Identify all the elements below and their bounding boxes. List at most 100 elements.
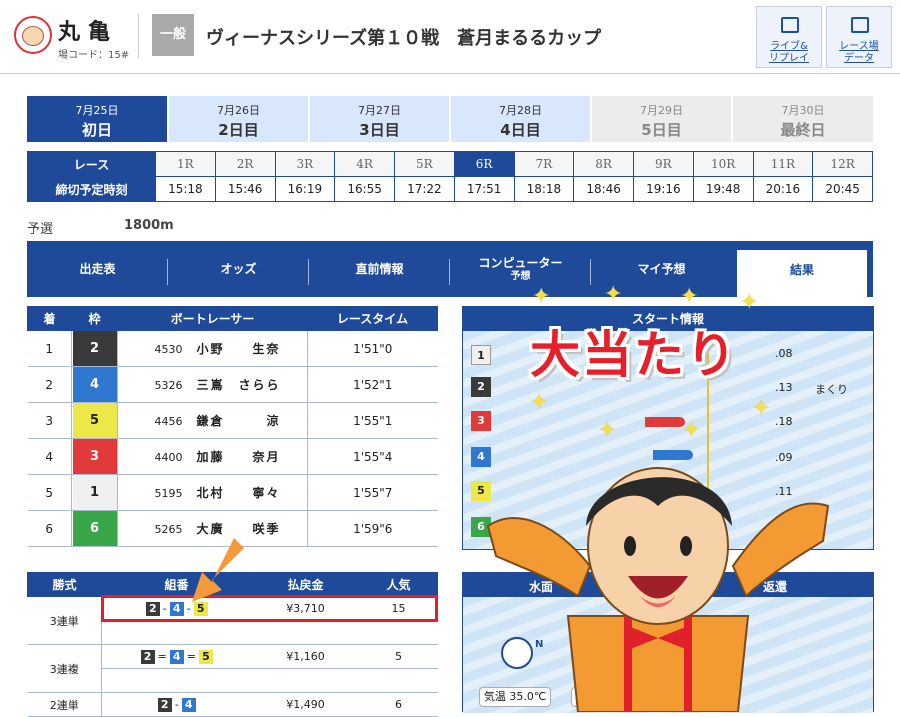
- deadline-time: 15:18: [155, 176, 216, 202]
- waku-badge: 4: [72, 367, 117, 402]
- tab-odds[interactable]: オッズ: [168, 249, 309, 297]
- popularity: 6: [359, 692, 438, 717]
- popularity: 5: [359, 644, 438, 669]
- deadline-time: 19:16: [633, 176, 694, 202]
- venue-code: 場コード：15#: [58, 50, 130, 61]
- sparkle-icon: ✦: [740, 290, 759, 315]
- lane-badge: 2: [471, 377, 491, 397]
- kimarite: まくり: [815, 383, 848, 396]
- sparkle-icon: ✦: [530, 390, 549, 415]
- day-tab-3[interactable]: 7月27日 3日目: [310, 96, 449, 142]
- table-row: 2連単 2-4 ¥1,490 6: [27, 692, 438, 717]
- race-header: レース: [27, 151, 156, 177]
- tab-computer-prediction[interactable]: コンピューター 予想: [450, 249, 591, 297]
- deadline-time: 20:45: [812, 176, 873, 202]
- race-schedule-table: レース 1R 2R 3R 4R 5R 6R 7R 8R 9R 10R 11R 1…: [27, 151, 873, 202]
- day-tab-5[interactable]: 7月29日 5日目: [592, 96, 731, 142]
- lane-badge: 1: [471, 345, 491, 365]
- day-tab-1[interactable]: 7月25日 初日: [27, 96, 167, 142]
- racer-name[interactable]: 北村 寧々: [196, 486, 280, 500]
- day-tab-2[interactable]: 7月26日 2日目: [169, 96, 308, 142]
- race-tab[interactable]: 12R: [812, 151, 873, 177]
- results-table: 着 枠 ボートレーサー レースタイム 1 2 4530 小野 生奈 1'51"0 …: [27, 306, 438, 547]
- sparkle-icon: ✦: [598, 418, 617, 443]
- tv-icon: [781, 17, 799, 33]
- racer-name[interactable]: 加藤 奈月: [196, 450, 280, 464]
- content-tabs: 出走表 オッズ 直前情報 コンピューター 予想 マイ予想 結果: [27, 241, 873, 298]
- race-tab[interactable]: 9R: [633, 151, 694, 177]
- waku-badge: 3: [72, 439, 117, 474]
- racer-name[interactable]: 鎌倉 涼: [196, 414, 280, 428]
- race-tab-active[interactable]: 6R: [453, 151, 515, 177]
- race-type: 予選: [27, 222, 54, 237]
- waku-badge: 2: [72, 331, 117, 366]
- start-timing: .13: [775, 381, 793, 394]
- jackpot-banner: 大当たり: [530, 326, 738, 384]
- racer-name[interactable]: 小野 生奈: [196, 342, 280, 356]
- grade-badge: 一般: [152, 14, 194, 56]
- boat-icon: [645, 417, 685, 427]
- waku-badge: 6: [72, 511, 117, 546]
- race-tab[interactable]: 5R: [394, 151, 455, 177]
- site-header: 丸亀 場コード：15# 一般 ヴィーナスシリーズ第１０戦 蒼月まるるカップ ライ…: [0, 0, 900, 74]
- start-timing: .08: [775, 347, 793, 360]
- race-distance: 1800m: [124, 218, 174, 233]
- deadline-time: 16:55: [334, 176, 395, 202]
- lane-badge: 3: [471, 411, 491, 431]
- col-waku: 枠: [71, 306, 118, 331]
- waku-badge: 1: [72, 475, 117, 510]
- tab-pre-info[interactable]: 直前情報: [309, 249, 450, 297]
- sparkle-icon: ✦: [680, 284, 699, 309]
- payout-amount: ¥1,490: [251, 692, 360, 717]
- race-tab[interactable]: 1R: [155, 151, 216, 177]
- live-replay-button[interactable]: ライブ& リプレイ: [756, 6, 822, 68]
- day-tab-6[interactable]: 7月30日 最終日: [733, 96, 873, 142]
- deadline-time: 19:48: [692, 176, 754, 202]
- sparkle-icon: ✦: [752, 396, 771, 421]
- race-tab[interactable]: 11R: [752, 151, 814, 177]
- deadline-time: 20:16: [752, 176, 814, 202]
- race-tab[interactable]: 4R: [334, 151, 395, 177]
- deadline-time: 17:22: [394, 176, 455, 202]
- col-bet-type: 勝式: [27, 572, 102, 597]
- deadline-time: 18:46: [573, 176, 634, 202]
- col-racer: ボートレーサー: [117, 306, 308, 331]
- table-row: 2 4 5326 三嶌 さらら 1'52"1: [27, 366, 438, 403]
- table-row: 4 3 4400 加藤 奈月 1'55"4: [27, 438, 438, 475]
- deadline-time: 18:18: [513, 176, 575, 202]
- col-rank: 着: [27, 306, 72, 331]
- celebrating-person-illustration: [486, 467, 830, 712]
- race-tab[interactable]: 2R: [214, 151, 276, 177]
- sparkle-icon: ✦: [532, 284, 551, 309]
- chart-icon: [851, 17, 869, 33]
- col-time: レースタイム: [307, 306, 438, 331]
- start-timing: .18: [775, 415, 793, 428]
- day-tab-4[interactable]: 7月28日 4日目: [451, 96, 590, 142]
- table-row: 5 1 5195 北村 寧々 1'55"7: [27, 474, 438, 511]
- sparkle-icon: ✦: [604, 282, 623, 307]
- payout-amount: ¥1,160: [251, 644, 360, 669]
- deadline-time: 15:46: [214, 176, 276, 202]
- table-row: 3連複 2 = 4 = 5 ¥1,160 5: [27, 644, 438, 693]
- venue-name: 丸亀: [58, 20, 119, 45]
- table-row: 1 2 4530 小野 生奈 1'51"0: [27, 330, 438, 367]
- time-header: 締切予定時刻: [27, 176, 156, 202]
- waku-badge: 5: [72, 403, 117, 438]
- racer-name[interactable]: 大廣 咲季: [196, 522, 280, 536]
- race-tab[interactable]: 10R: [692, 151, 754, 177]
- tab-entries[interactable]: 出走表: [27, 249, 168, 297]
- col-payout: 払戻金: [251, 572, 360, 597]
- day-tabs: 7月25日 初日 7月26日 2日目 7月27日 3日目 7月28日 4日目 7月29日…: [27, 96, 873, 142]
- deadline-time: 16:19: [274, 176, 336, 202]
- pointer-arrow-icon: [192, 538, 244, 602]
- race-tab[interactable]: 8R: [573, 151, 634, 177]
- deadline-time: 17:51: [453, 176, 515, 202]
- race-tab[interactable]: 3R: [274, 151, 336, 177]
- race-tab[interactable]: 7R: [513, 151, 575, 177]
- col-popularity: 人気: [359, 572, 438, 597]
- race-series-title: ヴィーナスシリーズ第１０戦 蒼月まるるカップ: [206, 28, 602, 49]
- racer-name[interactable]: 三嶌 さらら: [196, 378, 280, 392]
- venue-data-button[interactable]: レース場 データ: [826, 6, 892, 68]
- sparkle-icon: ✦: [682, 418, 701, 443]
- venue-logo: [14, 16, 52, 54]
